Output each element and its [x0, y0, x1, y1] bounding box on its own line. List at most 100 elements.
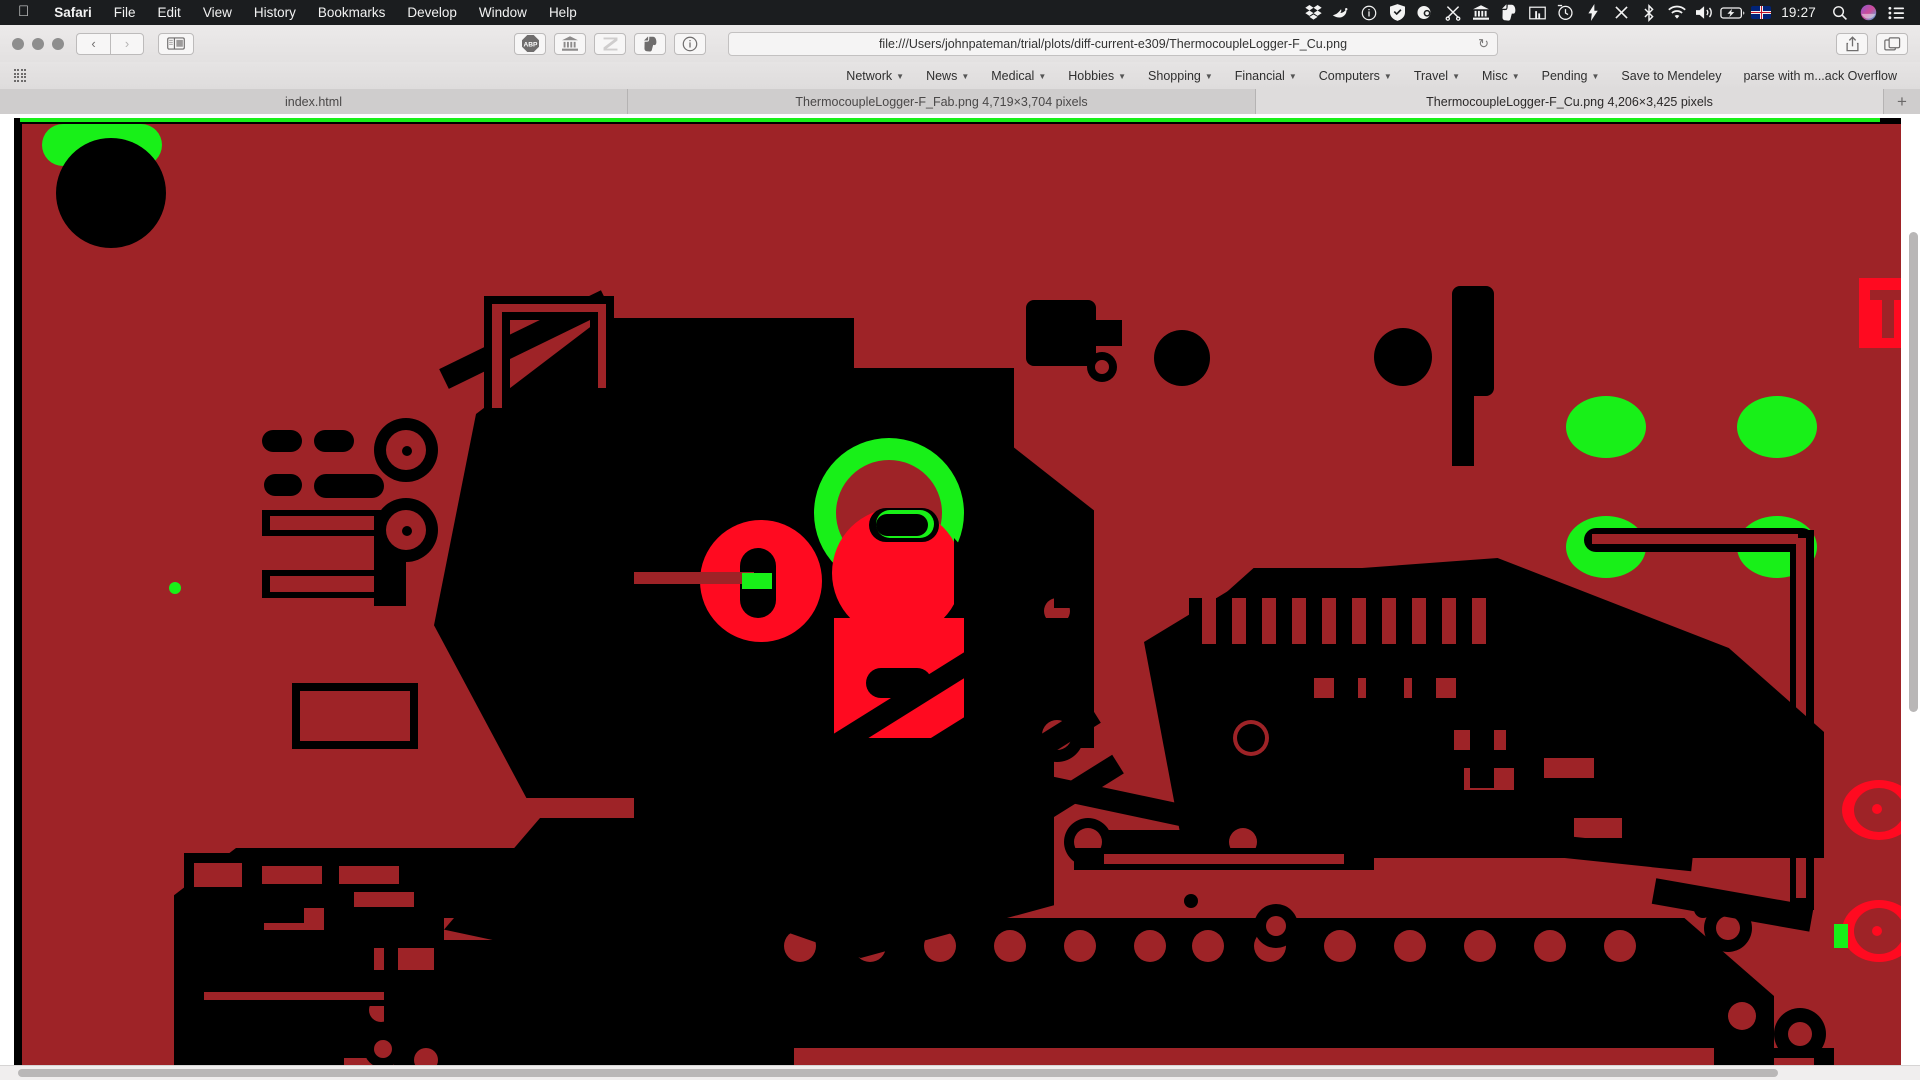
macos-menu-bar:  Safari File Edit View History Bookmark…	[0, 0, 1920, 25]
bookmark-parse-with-stack-overflow[interactable]: parse with m...ack Overflow	[1732, 69, 1908, 83]
toolbar-left-group: ‹ ›	[0, 32, 194, 55]
chevron-down-icon: ▼	[1038, 72, 1047, 81]
bookmark-label: Shopping	[1148, 68, 1201, 83]
dropbox-icon[interactable]	[1299, 0, 1327, 25]
lightning-bolt-icon[interactable]	[1579, 0, 1607, 25]
bookmarks-bar: Network ▼ News ▼ Medical ▼ Hobbies ▼ Shoppin…	[0, 62, 1920, 90]
tab-index-html[interactable]: index.html	[0, 89, 628, 114]
menu-bar-status-area: 19:27	[1299, 0, 1920, 25]
bookmark-misc[interactable]: Misc ▼	[1471, 69, 1531, 83]
extensions-group: ABP	[514, 32, 706, 55]
back-button[interactable]: ‹	[76, 32, 110, 55]
notes-icon[interactable]	[1523, 0, 1551, 25]
new-tab-button[interactable]: +	[1884, 89, 1920, 114]
menu-item-view[interactable]: View	[192, 5, 243, 20]
shield-check-icon[interactable]	[1383, 0, 1411, 25]
reload-icon[interactable]: ↻	[1478, 36, 1489, 52]
evernote-icon[interactable]	[1495, 0, 1523, 25]
bookmark-travel[interactable]: Travel ▼	[1403, 69, 1471, 83]
menu-item-bookmarks[interactable]: Bookmarks	[307, 5, 397, 20]
menu-item-help[interactable]: Help	[538, 5, 588, 20]
menu-bar-clock[interactable]: 19:27	[1775, 5, 1826, 20]
browser-content-area	[0, 114, 1920, 1080]
chevron-down-icon: ▼	[1204, 72, 1213, 81]
volume-icon[interactable]	[1691, 0, 1719, 25]
menu-item-safari[interactable]: Safari	[43, 5, 103, 20]
tabs-overview-icon[interactable]	[1876, 32, 1908, 55]
sidebar-icon[interactable]	[158, 32, 194, 55]
zotero-icon[interactable]	[594, 32, 626, 55]
battery-charging-icon[interactable]	[1719, 0, 1747, 25]
tab-thermocouplelogger-f-fab[interactable]: ThermocoupleLogger-F_Fab.png 4,719×3,704…	[628, 89, 1256, 114]
clock-history-icon[interactable]	[1551, 0, 1579, 25]
bookmark-network[interactable]: Network ▼	[835, 69, 915, 83]
bookmark-save-to-mendeley[interactable]: Save to Mendeley	[1610, 69, 1732, 83]
app-grid-icon[interactable]	[0, 69, 40, 82]
info-circle-icon[interactable]	[1355, 0, 1383, 25]
bookmark-label: Misc	[1482, 68, 1508, 83]
menu-item-history[interactable]: History	[243, 5, 307, 20]
chevron-down-icon: ▼	[1511, 72, 1520, 81]
apple-logo-icon[interactable]: 	[0, 4, 43, 19]
search-icon[interactable]	[1826, 0, 1854, 25]
bookmark-computers[interactable]: Computers ▼	[1308, 69, 1403, 83]
chevron-down-icon: ▼	[1452, 72, 1460, 81]
bookmark-label: Network	[846, 68, 893, 83]
bookmark-label: News	[926, 68, 958, 83]
menu-item-develop[interactable]: Develop	[396, 5, 468, 20]
share-icon[interactable]	[1836, 32, 1868, 55]
scissors-icon[interactable]	[1439, 0, 1467, 25]
close-button[interactable]	[12, 37, 24, 50]
tab-bar: index.html ThermocoupleLogger-F_Fab.png …	[0, 89, 1920, 115]
bookmark-pending[interactable]: Pending ▼	[1531, 69, 1611, 83]
bluetooth-icon[interactable]	[1635, 0, 1663, 25]
menu-item-edit[interactable]: Edit	[147, 5, 192, 20]
address-bar-text[interactable]: file:///Users/johnpateman/trial/plots/di…	[879, 37, 1347, 51]
chevron-down-icon: ▼	[896, 72, 905, 81]
bookmark-news[interactable]: News ▼	[915, 69, 980, 83]
bittorrent-icon[interactable]	[1327, 0, 1355, 25]
wifi-icon[interactable]	[1663, 0, 1691, 25]
bookmark-shopping[interactable]: Shopping ▼	[1137, 69, 1224, 83]
pcb-diff-image[interactable]	[14, 118, 1901, 1080]
toolbar-right-group	[1836, 32, 1920, 55]
siri-icon[interactable]	[1854, 0, 1882, 25]
bookmark-hobbies[interactable]: Hobbies ▼	[1057, 69, 1137, 83]
zoom-button[interactable]	[52, 37, 64, 50]
minimize-button[interactable]	[32, 37, 44, 50]
bookmark-label: Computers	[1318, 68, 1380, 83]
close-x-icon[interactable]	[1607, 0, 1635, 25]
bank-icon[interactable]	[1467, 0, 1495, 25]
address-bar-container: file:///Users/johnpateman/trial/plots/di…	[728, 31, 1498, 56]
bookmark-label: Medical	[991, 68, 1035, 83]
bookmark-label: Financial	[1234, 68, 1285, 83]
info-circle-icon[interactable]	[674, 32, 706, 55]
window-controls	[0, 37, 76, 50]
tab-thermocouplelogger-f-cu[interactable]: ThermocoupleLogger-F_Cu.png 4,206×3,425 …	[1256, 89, 1884, 114]
navigation-buttons: ‹ ›	[76, 32, 144, 55]
menu-item-file[interactable]: File	[103, 5, 147, 20]
chevron-down-icon: ▼	[1591, 72, 1600, 81]
horizontal-scrollbar-track[interactable]	[0, 1065, 1920, 1080]
horizontal-scrollbar-thumb[interactable]	[18, 1069, 1778, 1077]
bookmark-label: Hobbies	[1068, 68, 1115, 83]
adblock-plus-icon[interactable]: ABP	[514, 32, 546, 55]
bookmark-label: Pending	[1541, 68, 1588, 83]
cloud-sync-icon[interactable]	[1411, 0, 1439, 25]
svg-text:ABP: ABP	[523, 41, 538, 48]
bookmark-medical[interactable]: Medical ▼	[980, 69, 1057, 83]
vertical-scrollbar[interactable]	[1909, 232, 1918, 712]
chevron-down-icon: ▼	[1288, 72, 1297, 81]
chevron-down-icon: ▼	[1118, 72, 1127, 81]
browser-toolbar: ‹ › ABP file:///Users/johnpateman/trial/…	[0, 25, 1920, 63]
input-language-flag-icon[interactable]	[1747, 0, 1775, 25]
menu-item-window[interactable]: Window	[468, 5, 538, 20]
bank-icon[interactable]	[554, 32, 586, 55]
forward-button[interactable]: ›	[110, 32, 144, 55]
address-bar[interactable]: file:///Users/johnpateman/trial/plots/di…	[728, 31, 1498, 56]
bookmarks-items: Network ▼ News ▼ Medical ▼ Hobbies ▼ Shoppin…	[835, 69, 1920, 83]
bookmark-financial[interactable]: Financial ▼	[1224, 69, 1308, 83]
evernote-icon[interactable]	[634, 32, 666, 55]
control-center-icon[interactable]	[1882, 0, 1910, 25]
chevron-down-icon: ▼	[1383, 72, 1392, 81]
